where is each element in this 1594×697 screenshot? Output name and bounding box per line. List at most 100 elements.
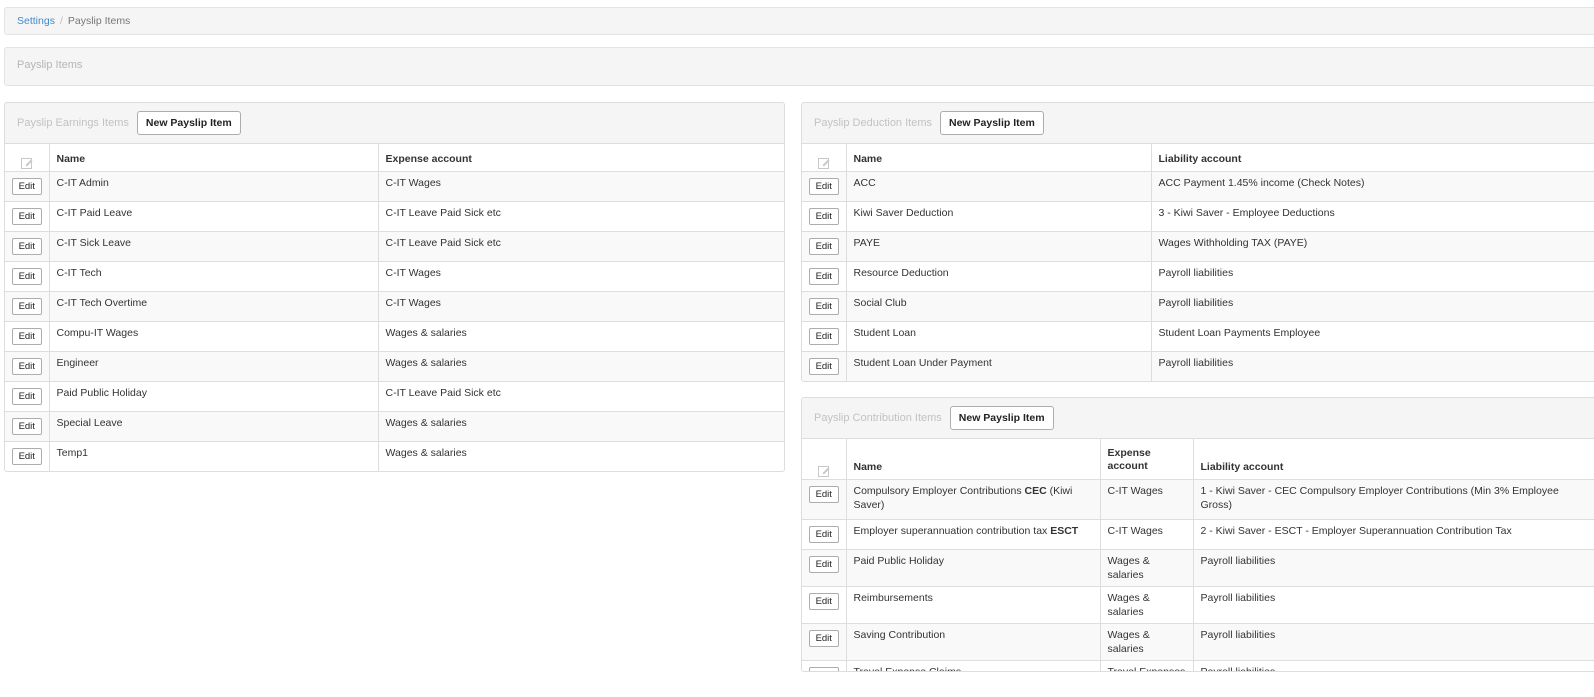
item-name: Social Club [846,290,1152,321]
edit-button[interactable]: Edit [808,357,839,375]
expense-account: C-IT Wages [1100,518,1194,549]
item-name: Reimbursements [846,585,1101,623]
expense-account: Travel Expenses [1100,659,1194,671]
edit-button[interactable]: Edit [11,267,42,285]
breadcrumb: Settings / Payslip Items [4,7,1594,35]
edit-cell: Edit [5,260,50,291]
liability-account: Payroll liabilities [1151,260,1594,291]
table-row: Edit Temp1 Wages & salaries [5,440,784,471]
item-name: Travel Expense Claims [846,659,1101,672]
edit-button[interactable]: Edit [11,357,42,375]
edit-button[interactable]: Edit [11,177,42,195]
edit-button[interactable]: Edit [808,207,839,225]
item-name: Employer superannuation contribution tax… [846,518,1101,549]
edit-button[interactable]: Edit [808,267,839,285]
edit-cell: Edit [802,320,847,351]
item-name: Temp1 [49,440,379,471]
edit-button[interactable]: Edit [808,525,839,543]
expense-account: Wages & salaries [1100,622,1194,660]
edit-button[interactable]: Edit [11,387,42,405]
table-row: Edit Saving Contribution Wages & salaries P… [802,622,1594,660]
breadcrumb-separator: / [59,15,63,27]
liability-account: Payroll liabilities [1193,622,1594,660]
item-name: ACC [846,170,1152,201]
edit-cell: Edit [802,548,847,586]
name-column-header: Name [846,144,1152,172]
table-row: Edit Paid Public Holiday C-IT Leave Paid S… [5,380,784,411]
table-row: Edit C-IT Admin C-IT Wages [5,170,784,201]
liability-account: ACC Payment 1.45% income (Check Notes) [1151,170,1594,201]
item-name: PAYE [846,230,1152,261]
expense-account: Wages & salaries [1100,585,1194,623]
new-earnings-item-button[interactable]: New Payslip Item [136,111,241,135]
edit-button[interactable]: Edit [11,447,42,465]
earnings-panel: Payslip Earnings Items New Payslip Item … [4,102,785,472]
item-name: Compulsory Employer Contributions CEC (K… [846,478,1101,519]
edit-button[interactable]: Edit [11,327,42,345]
edit-button[interactable]: Edit [808,177,839,195]
item-name: Paid Public Holiday [49,380,379,411]
edit-cell: Edit [802,659,847,671]
table-row: Edit Special Leave Wages & salaries [5,410,784,441]
item-name: Saving Contribution [846,622,1101,660]
breadcrumb-current: Payslip Items [67,15,131,27]
expense-account: Wages & salaries [1100,548,1194,586]
table-row: Edit Social Club Payroll liabilities [802,290,1594,321]
expense-account: Wages & salaries [378,410,784,441]
table-row: Edit Travel Expense Claims Travel Expenses… [802,659,1594,672]
edit-button[interactable]: Edit [808,666,839,671]
table-row: Edit Resource Deduction Payroll liabilitie… [802,260,1594,291]
page-title: Payslip Items [17,59,83,71]
edit-button[interactable]: Edit [808,485,839,503]
edit-cell: Edit [802,585,847,623]
edit-column-header [5,144,50,172]
table-row: Edit Student Loan Student Loan Payments Em… [802,320,1594,351]
breadcrumb-settings-link[interactable]: Settings [17,15,55,27]
edit-icon [818,465,830,477]
table-row: Edit C-IT Paid Leave C-IT Leave Paid Sick … [5,200,784,231]
contributions-panel: Payslip Contribution Items New Payslip I… [801,397,1594,672]
edit-button[interactable]: Edit [808,297,839,315]
expense-account: C-IT Wages [1100,478,1194,519]
item-name-text: Travel Expense Claims [853,665,962,672]
item-name: Paid Public Holiday [846,548,1101,586]
edit-button[interactable]: Edit [11,237,42,255]
edit-cell: Edit [802,230,847,261]
table-row: Edit Reimbursements Wages & salaries Payrol… [802,585,1594,623]
earnings-panel-heading: Payslip Earnings Items New Payslip Item [5,103,784,144]
liability-account: Student Loan Payments Employee [1151,320,1594,351]
item-name-text: Employer superannuation contribution tax [853,524,1051,537]
edit-button[interactable]: Edit [11,207,42,225]
edit-button[interactable]: Edit [808,555,839,573]
item-name: C-IT Sick Leave [49,230,379,261]
contributions-panel-heading: Payslip Contribution Items New Payslip I… [802,398,1594,439]
item-name-text: Paid Public Holiday [853,554,944,567]
liability-account: Payroll liabilities [1193,659,1594,671]
edit-column-header [802,144,847,172]
new-deduction-item-button[interactable]: New Payslip Item [940,111,1044,135]
deductions-table: Name Liability account Edit ACC ACC Paymen… [802,144,1594,381]
deductions-table-body: Edit ACC ACC Payment 1.45% income (Check N… [802,170,1594,381]
edit-cell: Edit [802,622,847,660]
item-name-text: Saving Contribution [853,628,946,641]
new-contribution-item-button[interactable]: New Payslip Item [949,406,1054,430]
edit-button[interactable]: Edit [808,237,839,255]
edit-button[interactable]: Edit [808,629,839,647]
earnings-table-body: Edit C-IT Admin C-IT Wages Edit C-IT Paid Le… [5,170,784,471]
edit-button[interactable]: Edit [808,592,839,610]
expense-account: C-IT Wages [378,170,784,201]
liability-account: Payroll liabilities [1151,350,1594,381]
edit-button[interactable]: Edit [11,297,42,315]
edit-button[interactable]: Edit [11,417,42,435]
edit-cell: Edit [5,200,50,231]
expense-account: Wages & salaries [378,320,784,351]
page-header: Payslip Items [4,47,1594,86]
edit-button[interactable]: Edit [808,327,839,345]
edit-cell: Edit [802,478,847,519]
table-row: Edit Student Loan Under Payment Payroll li… [802,350,1594,381]
edit-cell: Edit [802,200,847,231]
edit-cell: Edit [802,518,847,549]
liability-account: Payroll liabilities [1151,290,1594,321]
liability-account-column-header: Liability account [1151,144,1594,172]
edit-cell: Edit [5,320,50,351]
